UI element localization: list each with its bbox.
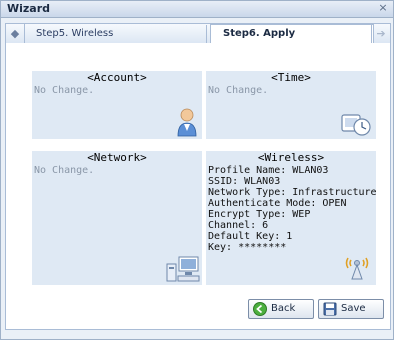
clock-icon (341, 114, 371, 136)
tab-scroll-right-icon[interactable]: ➔ (371, 24, 390, 44)
wireless-antenna-icon (345, 257, 369, 280)
save-button[interactable]: Save (318, 299, 384, 319)
floppy-disk-icon (323, 302, 337, 316)
close-icon[interactable]: × (377, 2, 389, 14)
network-panel: <Network> No Change. (32, 151, 202, 285)
wizard-window: Wizard × ◆ Step5. Wireless Step6. Apply … (0, 0, 394, 340)
apply-summary-area: <Account> No Change. <Time> No Change. <… (5, 43, 391, 330)
wireless-channel: Channel: 6 (208, 220, 269, 231)
time-panel-text: No Change. (208, 85, 269, 96)
tab-bar: ◆ Step5. Wireless Step6. Apply ➔ (5, 23, 391, 45)
window-title: Wizard (7, 2, 51, 15)
wireless-encrypt-type: Encrypt Type: WEP (208, 209, 311, 220)
user-icon (177, 108, 197, 137)
back-arrow-icon (253, 302, 267, 316)
wireless-default-key: Default Key: 1 (208, 231, 293, 242)
time-panel-title: <Time> (271, 71, 311, 84)
account-panel-text: No Change. (34, 85, 95, 96)
back-button[interactable]: Back (248, 299, 314, 319)
network-panel-title: <Network> (87, 151, 147, 164)
tab-scroll-left-icon[interactable]: ◆ (6, 24, 25, 44)
tab-step6-apply[interactable]: Step6. Apply (210, 24, 374, 45)
account-panel: <Account> No Change. (32, 71, 202, 139)
back-button-label: Back (271, 303, 296, 314)
wireless-ssid: SSID: WLAN03 (208, 176, 281, 187)
wireless-details: Profile Name: WLAN03 SSID: WLAN03 Networ… (208, 165, 377, 253)
wireless-panel-title: <Wireless> (257, 151, 325, 164)
tab-step5-wireless[interactable]: Step5. Wireless (28, 25, 207, 43)
network-panel-text: No Change. (34, 165, 95, 176)
wireless-auth-mode: Authenticate Mode: OPEN (208, 198, 347, 209)
title-bar: Wizard × (1, 1, 393, 18)
wireless-panel: <Wireless> Profile Name: WLAN03 SSID: WL… (206, 151, 377, 285)
network-computers-icon (166, 256, 200, 282)
time-panel: <Time> No Change. (206, 71, 376, 139)
account-panel-title: <Account> (87, 71, 147, 84)
save-button-label: Save (341, 303, 366, 314)
wireless-profile-name: Profile Name: WLAN03 (208, 165, 329, 176)
wireless-network-type: Network Type: Infrastructure (208, 187, 377, 198)
